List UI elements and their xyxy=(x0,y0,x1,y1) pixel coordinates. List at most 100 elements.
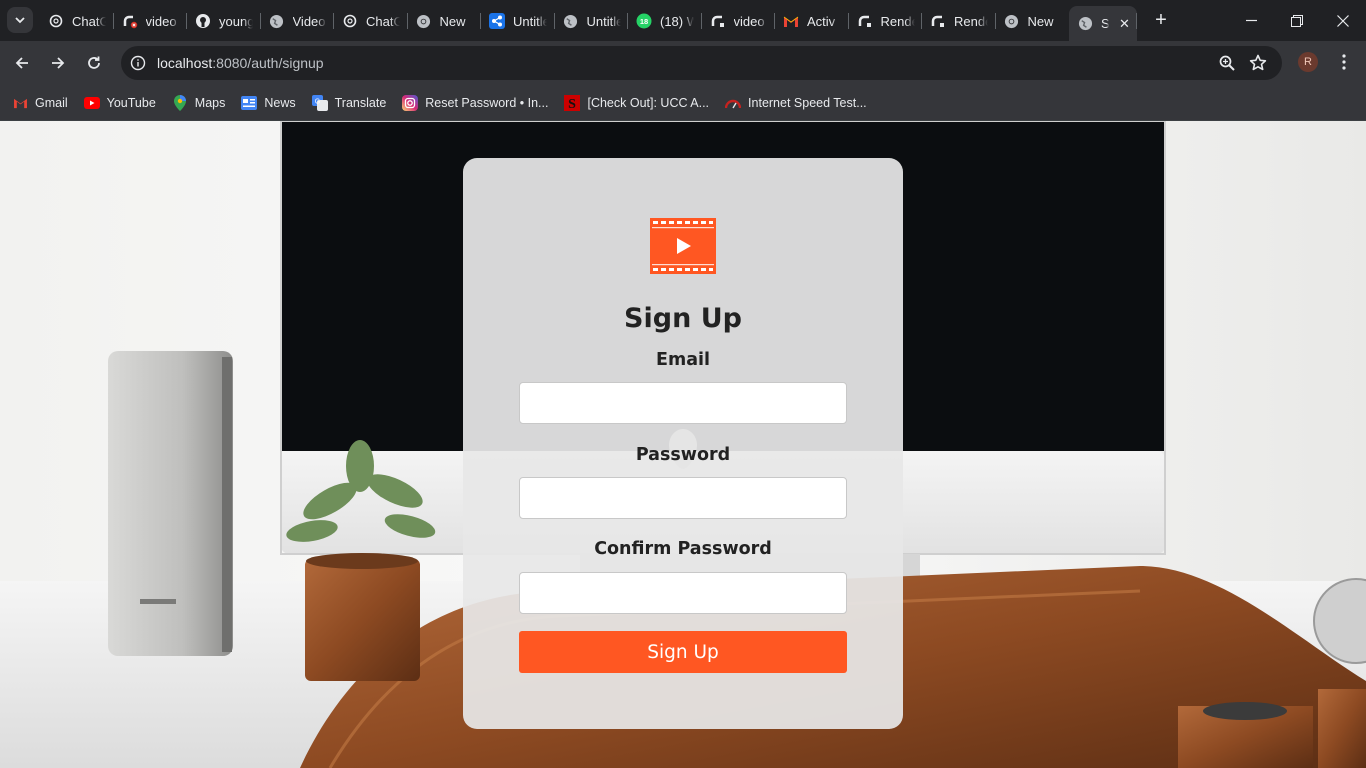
confirm-password-field[interactable] xyxy=(519,572,847,614)
tab[interactable]: ChatGPT xyxy=(40,6,114,36)
film-play-icon xyxy=(650,218,716,274)
password-label: Password xyxy=(635,445,731,465)
bookmark-label: Translate xyxy=(334,95,387,110)
arrow-right-icon xyxy=(52,57,65,69)
minimize-icon xyxy=(1245,19,1257,22)
restore-button[interactable] xyxy=(1274,0,1320,41)
bookmark-youtube[interactable]: YouTube xyxy=(83,89,164,117)
browser-toolbar: localhost:8080/auth/signup R xyxy=(0,41,1366,85)
s-brand-icon: S xyxy=(564,94,581,111)
tab[interactable]: Untitled xyxy=(555,6,629,36)
bookmark-check-out[interactable]: S [Check Out]: UCC A... xyxy=(564,89,717,117)
render-icon xyxy=(122,13,138,29)
svg-text:18: 18 xyxy=(640,17,648,26)
translate-icon: G xyxy=(311,94,328,111)
url-host: localhost xyxy=(157,55,213,71)
bookmark-label: Reset Password • In... xyxy=(425,95,549,110)
bookmark-translate[interactable]: G Translate xyxy=(311,89,395,117)
bookmark-star-icon[interactable] xyxy=(1248,53,1268,73)
tab-title: New xyxy=(439,13,466,29)
tab-title: Render xyxy=(954,13,988,29)
tab-strip: ChatGPT video young Video ChatGPT New Un… xyxy=(0,0,1366,41)
gmail-icon xyxy=(783,13,799,29)
site-info-icon[interactable] xyxy=(129,54,147,72)
bookmark-label: Internet Speed Test... xyxy=(748,95,867,110)
tab[interactable]: Untitled xyxy=(481,6,555,36)
bookmark-label: [Check Out]: UCC A... xyxy=(587,95,710,110)
tab-title: video xyxy=(145,13,177,29)
bookmark-label: YouTube xyxy=(106,95,156,110)
bookmark-label: Maps xyxy=(194,95,226,110)
signup-card: Sign Up Email Password Confirm Password … xyxy=(463,158,903,729)
tab[interactable]: New xyxy=(408,6,482,36)
tab[interactable]: video xyxy=(114,6,188,36)
tab-title: Render xyxy=(880,13,915,29)
svg-text:S: S xyxy=(569,97,577,111)
globe-icon xyxy=(1077,16,1093,32)
chatgpt-icon xyxy=(48,13,64,29)
tab-title: video xyxy=(733,13,765,29)
tab[interactable]: Video xyxy=(261,6,335,36)
tab[interactable]: Render xyxy=(922,6,996,36)
tab-title: young xyxy=(219,13,253,29)
tab-search-button[interactable] xyxy=(7,7,33,33)
close-icon xyxy=(1337,14,1349,27)
bookmark-reset-password[interactable]: Reset Password • In... xyxy=(402,89,556,117)
page-title: Sign Up xyxy=(624,303,742,334)
url-text: localhost:8080/auth/signup xyxy=(157,55,324,71)
svg-text:G: G xyxy=(314,98,319,105)
new-tab-button[interactable]: + xyxy=(1150,9,1172,31)
tab[interactable]: video xyxy=(702,6,776,36)
tab-title: New xyxy=(1027,13,1054,29)
chevron-down-icon xyxy=(15,17,25,24)
sign-up-button[interactable]: Sign Up xyxy=(519,631,847,673)
tab[interactable]: 18 (18) W xyxy=(628,6,702,36)
whatsapp-icon: 18 xyxy=(636,13,652,29)
tab-title: ChatGPT xyxy=(72,13,106,29)
tab-title: Untitled xyxy=(513,13,547,29)
tab-list: ChatGPT video young Video ChatGPT New Un… xyxy=(40,6,1137,41)
bookmark-gmail[interactable]: Gmail xyxy=(12,89,76,117)
globe-icon xyxy=(269,13,285,29)
maps-icon xyxy=(172,94,188,111)
arrow-left-icon xyxy=(15,57,28,69)
bookmark-news[interactable]: News xyxy=(241,89,303,117)
more-vert-icon xyxy=(1342,54,1346,70)
tab[interactable]: young xyxy=(187,6,261,36)
password-field[interactable] xyxy=(519,477,847,519)
render-icon xyxy=(930,13,946,29)
url-path: :8080/auth/signup xyxy=(212,55,324,71)
bookmark-maps[interactable]: Maps xyxy=(172,89,234,117)
email-label: Email xyxy=(656,350,710,370)
bookmark-speed-test[interactable]: Internet Speed Test... xyxy=(725,89,875,117)
tab[interactable]: New xyxy=(996,6,1070,36)
confirm-password-label: Confirm Password xyxy=(594,539,772,559)
youtube-icon xyxy=(83,95,100,111)
chatgpt-icon xyxy=(342,13,358,29)
forward-button[interactable] xyxy=(44,49,72,77)
tab[interactable]: Activ xyxy=(775,6,849,36)
close-window-button[interactable] xyxy=(1320,0,1366,41)
back-button[interactable] xyxy=(8,49,36,77)
active-tab[interactable]: S ✕ xyxy=(1069,6,1137,41)
chrome-icon xyxy=(416,13,432,29)
gmail-icon xyxy=(12,95,28,111)
tab-title: S xyxy=(1101,16,1109,31)
speedometer-icon xyxy=(725,95,742,111)
render-icon xyxy=(710,13,726,29)
profile-avatar[interactable]: R xyxy=(1298,52,1318,72)
zoom-icon[interactable] xyxy=(1218,54,1236,72)
reload-button[interactable] xyxy=(80,49,108,77)
globe-icon xyxy=(563,13,579,29)
tab[interactable]: Render xyxy=(849,6,923,36)
bookmark-label: Gmail xyxy=(35,95,68,110)
page-viewport: Sign Up Email Password Confirm Password … xyxy=(0,121,1366,768)
tab-title: (18) W xyxy=(660,13,694,29)
minimize-button[interactable] xyxy=(1228,0,1274,41)
email-field[interactable] xyxy=(519,382,847,424)
tab[interactable]: ChatGPT xyxy=(334,6,408,36)
address-bar[interactable]: localhost:8080/auth/signup xyxy=(121,46,1282,80)
github-icon xyxy=(195,13,211,29)
close-tab-icon[interactable]: ✕ xyxy=(1119,16,1130,32)
menu-button[interactable] xyxy=(1334,52,1354,72)
